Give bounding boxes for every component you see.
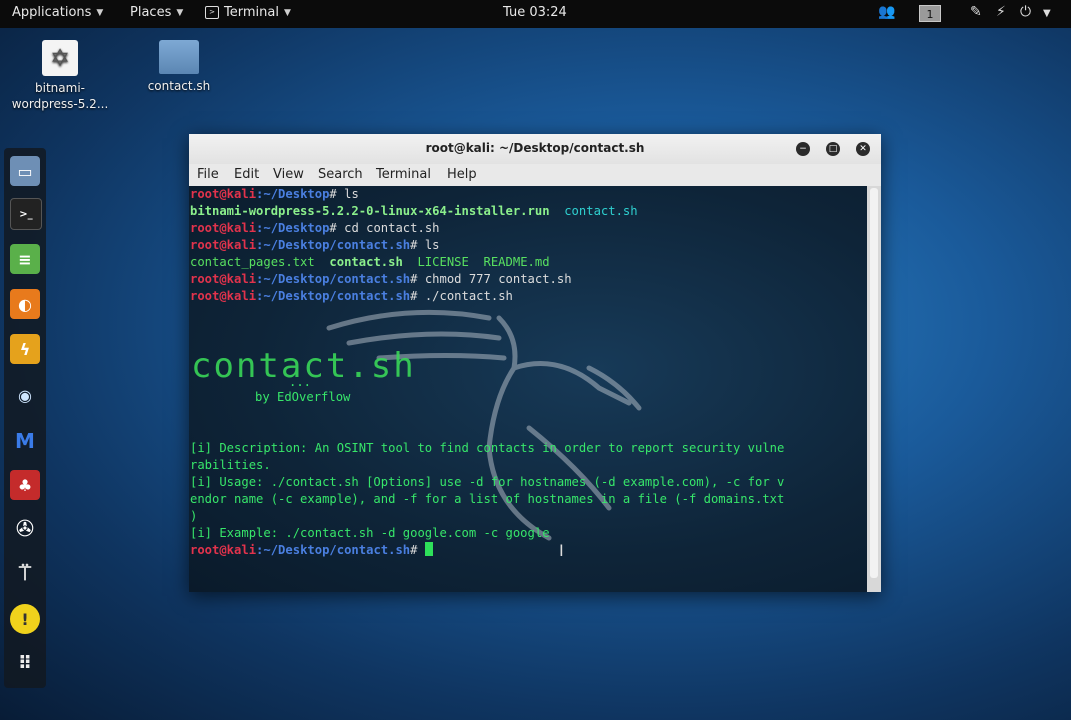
command-text: chmod 777 contact.sh [417,272,572,286]
command-text: ./contact.sh [417,289,513,303]
applications-menu[interactable]: Applications ▼ [12,5,103,20]
menu-view[interactable]: View [273,167,304,182]
metasploit-icon[interactable]: M [10,426,40,456]
desktop-icon-contact[interactable]: contact.sh [129,40,229,94]
installer-icon: ✡ [42,40,78,76]
chevron-down-icon[interactable]: ▼ [1043,8,1051,19]
description-line: rabilities. [190,458,271,472]
menu-search[interactable]: Search [318,167,363,182]
pen-icon[interactable]: ✎ [970,4,982,20]
ibeam-cursor-icon: I [559,541,564,560]
prompt-path: :~/Desktop/contact.sh [256,289,411,303]
close-button[interactable]: ✕ [856,142,870,156]
banner-dots: ... [289,375,312,389]
window-title: root@kali: ~/Desktop/contact.sh [425,141,645,155]
dock: ▭ >_ ≡ ◐ ϟ ◉ M ♣ ✇ ⍡ ! ⠿ [4,148,46,688]
window-menubar: File Edit View Search Terminal Help [189,164,881,186]
command-text: cd contact.sh [336,221,440,235]
places-label: Places [130,5,172,20]
prompt-path: :~/Desktop/contact.sh [256,272,411,286]
output-file: contact_pages.txt [190,255,330,269]
terminal-app-menu[interactable]: > Terminal ▼ [205,5,291,20]
maximize-button[interactable]: □ [826,142,840,156]
clock[interactable]: Tue 03:24 [503,5,567,20]
folder-icon [159,40,199,74]
banner-byline: by EdOverflow [255,390,351,404]
cherry-icon[interactable]: ♣ [10,470,40,500]
output-file: contact.sh [329,255,403,269]
prompt-path: :~/Desktop [256,221,330,235]
applications-label: Applications [12,5,92,20]
terminal-icon[interactable]: >_ [10,198,42,230]
app-grid-icon[interactable]: ⠿ [10,648,40,678]
antenna-icon[interactable]: ⍡ [10,558,40,588]
network-icon[interactable]: ⚡ [996,4,1006,20]
places-menu[interactable]: Places ▼ [130,5,183,20]
prompt-path: :~/Desktop [256,187,330,201]
prompt-user: root@kali [190,221,257,235]
prompt-user: root@kali [190,187,257,201]
menu-file[interactable]: File [197,167,219,182]
usage-line: [i] Usage: ./contact.sh [Options] use -d… [190,475,785,489]
prompt-hash: # [410,543,418,557]
minimize-button[interactable]: − [796,142,810,156]
text-cursor [424,542,433,556]
terminal-app-icon: > [205,6,219,19]
eye-icon[interactable]: ◉ [10,380,40,410]
prompt-user: root@kali [190,238,257,252]
output-file: LICENSE README.md [402,255,550,269]
files-icon[interactable]: ▭ [10,156,40,186]
workspace-indicator[interactable]: 1 [919,5,941,22]
text-editor-icon[interactable]: ≡ [10,244,40,274]
people-icon[interactable]: 👥 [878,4,895,20]
prompt-hash: # [329,221,337,235]
desktop-icon-label: contact.sh [147,79,211,93]
example-line: [i] Example: ./contact.sh -d google.com … [190,526,550,540]
radiation-icon[interactable]: ✇ [10,514,40,544]
scrollbar-thumb[interactable] [870,188,878,578]
prompt-user: root@kali [190,272,257,286]
zap-icon[interactable]: ϟ [10,334,40,364]
desktop-icon-label: bitnami- wordpress-5.2... [11,81,109,111]
chevron-down-icon: ▼ [283,7,291,18]
description-line: [i] Description: An OSINT tool to find c… [190,441,785,455]
menu-terminal[interactable]: Terminal [376,167,431,182]
menu-edit[interactable]: Edit [234,167,259,182]
prompt-path: :~/Desktop/contact.sh [256,543,411,557]
prompt-user: root@kali [190,543,257,557]
terminal-output[interactable]: root@kali:~/Desktop# ls bitnami-wordpres… [189,186,867,592]
chevron-down-icon: ▼ [176,7,184,18]
power-icon[interactable]: ⏻ [1020,4,1031,20]
kali-dragon-watermark-icon [326,309,642,541]
top-panel: Applications ▼ Places ▼ > Terminal ▼ Tue… [0,0,1071,28]
window-titlebar[interactable]: root@kali: ~/Desktop/contact.sh − □ ✕ [189,134,881,164]
desktop-icon-bitnami[interactable]: ✡ bitnami- wordpress-5.2... [10,40,110,112]
prompt-hash: # [329,187,337,201]
command-text: ls [336,187,359,201]
burp-icon[interactable]: ◐ [10,289,40,319]
usage-line: endor name (-c example), and -f for a li… [190,492,785,506]
command-text: ls [417,238,440,252]
warning-icon[interactable]: ! [10,604,40,634]
menu-help[interactable]: Help [447,167,477,182]
output-file: bitnami-wordpress-5.2.2-0-linux-x64-inst… [190,204,550,218]
prompt-user: root@kali [190,289,257,303]
chevron-down-icon: ▼ [96,7,104,18]
prompt-path: :~/Desktop/contact.sh [256,238,411,252]
terminal-app-label: Terminal [224,5,279,20]
usage-line: ) [190,509,198,523]
output-dir: contact.sh [549,204,638,218]
terminal-window: root@kali: ~/Desktop/contact.sh − □ ✕ Fi… [189,134,881,592]
scrollbar[interactable] [867,186,881,592]
